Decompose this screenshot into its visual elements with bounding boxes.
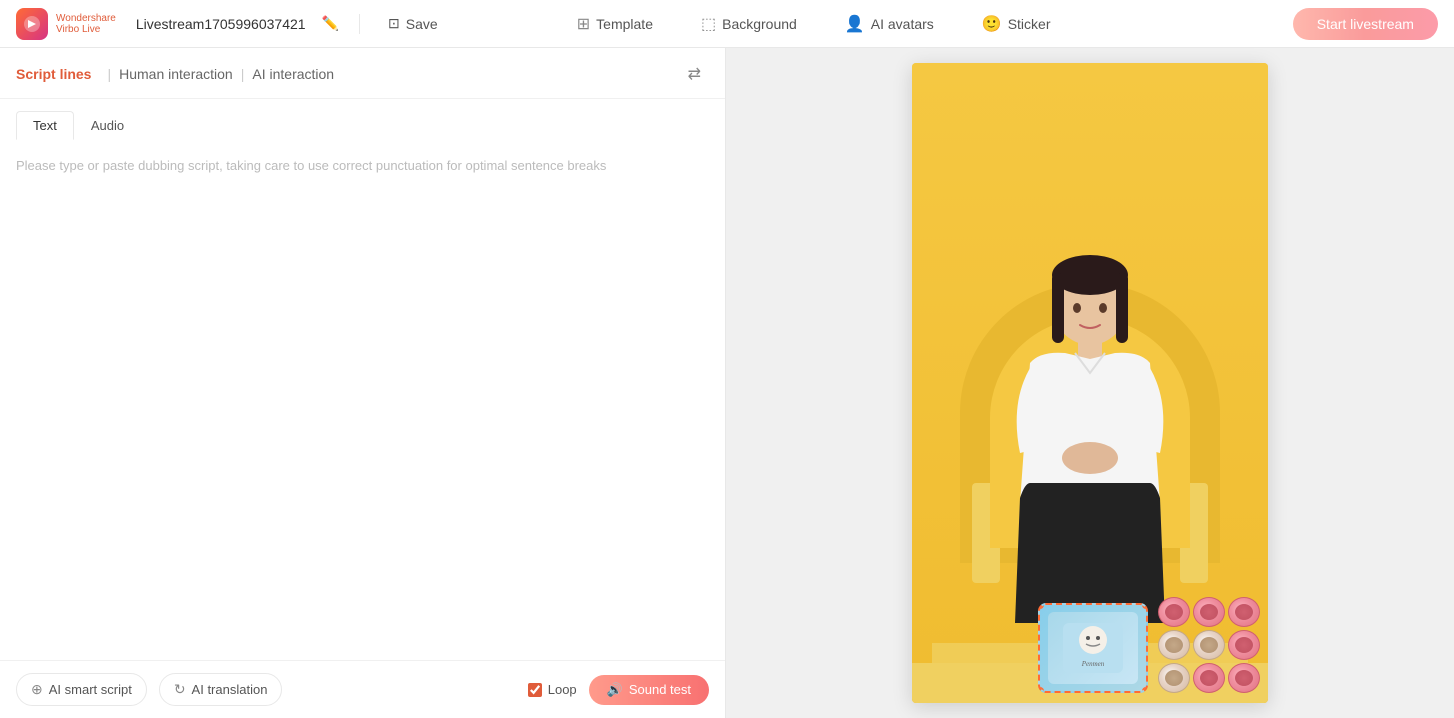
toilet-roll-white-2	[1193, 630, 1225, 660]
rolls-row-mid1	[1158, 630, 1260, 660]
toilet-roll-pink-1	[1158, 597, 1190, 627]
toilet-roll-pink-6	[1228, 663, 1260, 693]
nav-background[interactable]: ⬚ Background	[693, 10, 805, 38]
products-area: Penmen	[912, 563, 1268, 693]
nav-template[interactable]: ⊞ Template	[569, 10, 661, 38]
ai-smart-script-icon: ⊕	[31, 681, 43, 698]
resize-handle-bl[interactable]	[1038, 687, 1044, 693]
header-divider	[359, 14, 360, 34]
tab-human-interaction[interactable]: Human interaction	[119, 66, 233, 92]
main-area: Script lines | Human interaction | AI in…	[0, 48, 1454, 718]
sound-test-button[interactable]: 🔊 Sound test	[589, 675, 709, 705]
toilet-roll-white-1	[1158, 630, 1190, 660]
ai-translation-label: AI translation	[192, 682, 268, 697]
toilet-roll-pink-5	[1193, 663, 1225, 693]
script-area: Please type or paste dubbing script, tak…	[0, 140, 725, 660]
sticker-label: Sticker	[1008, 16, 1051, 32]
rolls-row-bottom	[1158, 663, 1260, 693]
baby-product-svg: Penmen	[1058, 618, 1128, 678]
sound-test-icon: 🔊	[607, 682, 623, 698]
ai-avatars-icon: 👤	[845, 14, 865, 34]
ai-translation-button[interactable]: ↻ AI translation	[159, 673, 283, 706]
tab-separator-1: |	[99, 66, 119, 92]
toilet-roll-pink-2	[1193, 597, 1225, 627]
bottom-toolbar: ⊕ AI smart script ↻ AI translation Loop …	[0, 660, 725, 718]
ai-translation-icon: ↻	[174, 681, 186, 698]
header-nav: ⊞ Template ⬚ Background 👤 AI avatars 🙂 S…	[569, 10, 1059, 38]
edit-project-name-icon[interactable]: ✏️	[322, 15, 339, 32]
logo: Wondershare Virbo Live	[16, 8, 116, 40]
save-icon: ⊡	[388, 15, 400, 32]
resize-handle-tr[interactable]	[1142, 603, 1148, 609]
logo-line2: Virbo Live	[56, 24, 116, 35]
nav-ai-avatars[interactable]: 👤 AI avatars	[837, 10, 942, 38]
loop-area: Loop	[528, 682, 577, 697]
swap-icon[interactable]: ⇄	[680, 60, 709, 88]
template-label: Template	[596, 16, 653, 32]
toilet-roll-pink-4	[1228, 630, 1260, 660]
resize-handle-br[interactable]	[1142, 687, 1148, 693]
baby-product[interactable]: Penmen	[1038, 603, 1148, 693]
template-icon: ⊞	[577, 14, 590, 34]
tab-separator-2: |	[233, 66, 253, 92]
tab-text[interactable]: Text	[16, 111, 74, 140]
preview-canvas: Penmen	[912, 63, 1268, 703]
rolls-row-top	[1158, 597, 1260, 627]
start-livestream-button[interactable]: Start livestream	[1293, 8, 1438, 40]
tab-script-lines[interactable]: Script lines	[16, 66, 91, 92]
content-tabs: Text Audio	[0, 99, 725, 140]
resize-handle-tl[interactable]	[1038, 603, 1044, 609]
save-label: Save	[406, 16, 438, 32]
svg-text:Penmen: Penmen	[1081, 660, 1105, 668]
header: Wondershare Virbo Live Livestream1705996…	[0, 0, 1454, 48]
logo-line1: Wondershare	[56, 13, 116, 24]
project-name: Livestream1705996037421	[136, 16, 306, 32]
right-panel: Penmen	[726, 48, 1454, 718]
tab-ai-interaction[interactable]: AI interaction	[252, 66, 334, 92]
toilet-rolls-stack	[1158, 597, 1260, 693]
logo-text: Wondershare Virbo Live	[56, 13, 116, 35]
tab-audio[interactable]: Audio	[74, 111, 141, 140]
top-tabs-bar: Script lines | Human interaction | AI in…	[0, 48, 725, 99]
loop-checkbox[interactable]	[528, 683, 542, 697]
baby-product-wrapper[interactable]: Penmen	[1038, 603, 1148, 693]
script-input[interactable]	[16, 156, 709, 644]
sticker-icon: 🙂	[982, 14, 1002, 34]
sound-test-label: Sound test	[629, 682, 691, 697]
save-button[interactable]: ⊡ Save	[380, 11, 446, 36]
ai-smart-script-button[interactable]: ⊕ AI smart script	[16, 673, 147, 706]
toilet-roll-pink-3	[1228, 597, 1260, 627]
logo-icon	[16, 8, 48, 40]
nav-sticker[interactable]: 🙂 Sticker	[974, 10, 1059, 38]
toilet-roll-white-3	[1158, 663, 1190, 693]
background-icon: ⬚	[701, 14, 716, 34]
left-panel: Script lines | Human interaction | AI in…	[0, 48, 726, 718]
background-label: Background	[722, 16, 797, 32]
ai-avatars-label: AI avatars	[871, 16, 934, 32]
loop-label: Loop	[548, 682, 577, 697]
ai-smart-script-label: AI smart script	[49, 682, 132, 697]
baby-product-inner: Penmen	[1048, 612, 1138, 684]
